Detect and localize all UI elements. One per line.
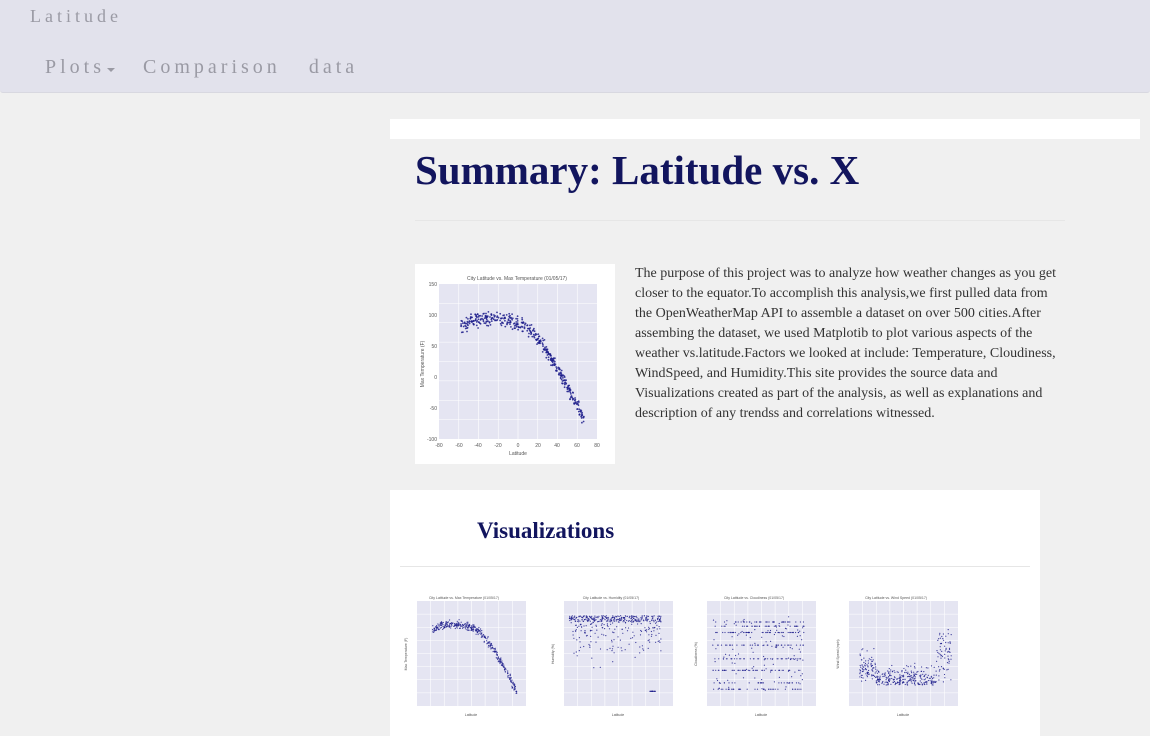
thumbnail-cloudiness[interactable]: City Latitude vs. Cloudiness (01/05/17) … (690, 590, 818, 718)
xtick: -20 (494, 443, 501, 449)
thumb-xlabel: Latitude (755, 713, 768, 717)
thumb-svg-2: City Latitude vs. Cloudiness (01/05/17) … (694, 596, 816, 717)
ytick: 50 (431, 344, 437, 350)
thumb-xlabel: Latitude (612, 713, 625, 717)
ytick: -50 (430, 406, 437, 412)
nav-item-data[interactable]: data (309, 56, 358, 79)
nav-item-data-label: data (308, 56, 359, 78)
thumb-title: City Latitude vs. Max Temperature (01/05… (429, 596, 499, 600)
summary-plot-xlabel: Latitude (509, 451, 527, 457)
thumb-xlabel: Latitude (465, 713, 478, 717)
thumbnail-wind-speed[interactable]: City Latitude vs. Wind Speed (01/05/17) … (832, 590, 960, 718)
ytick: 150 (429, 282, 438, 288)
thumb-title: City Latitude vs. Cloudiness (01/05/17) (724, 596, 784, 600)
xtick: 0 (517, 443, 520, 449)
chevron-down-icon (107, 67, 116, 72)
thumb-xlabel: Latitude (897, 713, 910, 717)
page-title: Summary: Latitude vs. X (415, 147, 860, 193)
thumbnail-humidity[interactable]: City Latitude vs. Humidity (01/05/17) La… (547, 590, 675, 718)
xtick: 40 (554, 443, 560, 449)
summary-plot-svg: City Latitude vs. Max Temperature (01/05… (420, 276, 600, 457)
navbar-brand[interactable]: Latitude (30, 6, 122, 27)
summary-plot-image[interactable]: City Latitude vs. Max Temperature (01/05… (415, 264, 615, 464)
thumbnail-max-temperature[interactable]: City Latitude vs. Max Temperature (01/05… (400, 590, 528, 718)
xtick: -60 (455, 443, 462, 449)
thumb-ylabel: Max Temperature (F) (404, 638, 408, 671)
summary-plot-yticks: 150 100 50 0 -50 -100 (427, 282, 437, 443)
summary-plot-ylabel: Max Temperature (F) (420, 340, 426, 387)
title-divider (415, 220, 1065, 221)
navbar: Latitude Plots Comparison data (0, 0, 1150, 93)
content-top-strip (390, 119, 1140, 139)
nav-item-comparison-label: Comparison (143, 56, 281, 78)
summary-plot-xticks: -80 -60 -40 -20 0 20 40 60 80 (435, 443, 600, 449)
ytick: 100 (429, 313, 438, 319)
thumb-title: City Latitude vs. Humidity (01/05/17) (583, 596, 639, 600)
thumb-svg-0: City Latitude vs. Max Temperature (01/05… (404, 596, 526, 717)
thumb-svg-1: City Latitude vs. Humidity (01/05/17) La… (551, 596, 673, 717)
nav-item-plots-label: Plots (45, 56, 106, 78)
thumb-ylabel: Wind Speed (mph) (836, 639, 840, 668)
visualizations-panel: Visualizations City Latitude vs. Max Tem… (390, 490, 1040, 736)
thumb-ylabel: Cloudiness (%) (694, 642, 698, 666)
summary-description: The purpose of this project was to analy… (635, 266, 1057, 421)
summary-plot-title: City Latitude vs. Max Temperature (01/05… (467, 276, 567, 282)
nav-item-plots[interactable]: Plots (45, 56, 116, 79)
ytick: 0 (434, 375, 437, 381)
visualizations-heading: Visualizations (477, 518, 615, 543)
nav-links: Plots Comparison data (45, 56, 386, 79)
thumb-svg-3: City Latitude vs. Wind Speed (01/05/17) … (836, 596, 958, 717)
xtick: 60 (574, 443, 580, 449)
visualizations-divider (400, 566, 1030, 567)
nav-item-comparison[interactable]: Comparison (143, 56, 281, 79)
xtick: 20 (535, 443, 541, 449)
xtick: 80 (594, 443, 600, 449)
thumb-title: City Latitude vs. Wind Speed (01/05/17) (865, 596, 927, 600)
thumb-ylabel: Humidity (%) (551, 644, 555, 664)
xtick: -40 (474, 443, 481, 449)
xtick: -80 (435, 443, 442, 449)
